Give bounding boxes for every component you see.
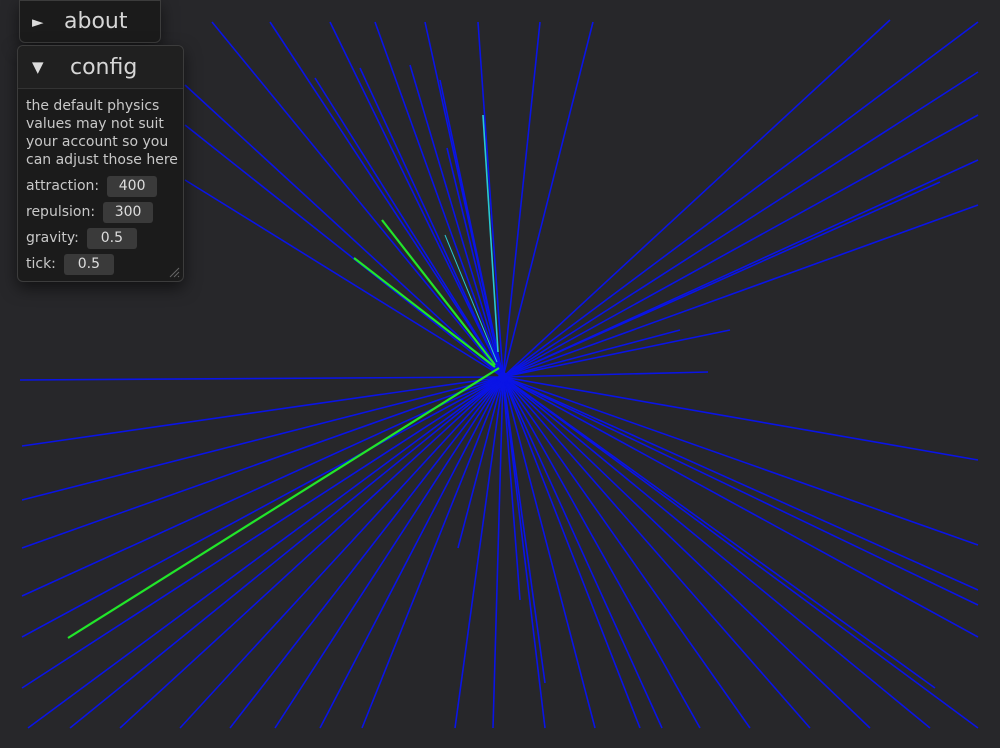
graph-edge xyxy=(502,71,979,378)
graph-edge xyxy=(502,376,979,546)
attraction-label: attraction: xyxy=(26,178,100,194)
expanded-triangle-icon: ▼ xyxy=(32,58,44,76)
about-window: ► about xyxy=(19,0,161,43)
graph-edge xyxy=(502,376,871,729)
graph-edge xyxy=(502,376,931,729)
gravity-label: gravity: xyxy=(26,230,79,246)
graph-edge xyxy=(502,376,936,689)
about-title: about xyxy=(64,9,128,34)
graph-edge xyxy=(502,371,709,378)
graph-edge xyxy=(502,21,979,378)
graph-edge xyxy=(269,21,504,378)
about-header[interactable]: ► about xyxy=(20,1,160,42)
graph-edge xyxy=(319,376,504,729)
tick-row: tick: 0.5 xyxy=(18,251,183,277)
config-title: config xyxy=(70,54,138,80)
tick-label: tick: xyxy=(26,256,56,272)
gravity-input[interactable]: 0.5 xyxy=(86,227,137,249)
graph-edge xyxy=(492,376,504,729)
graph-edge xyxy=(179,376,504,729)
graph-edge xyxy=(21,376,504,501)
graph-edge xyxy=(359,67,504,378)
graph-edge xyxy=(21,376,504,689)
graph-edge xyxy=(502,376,979,729)
graph-edge xyxy=(502,21,541,378)
graph-edge xyxy=(502,376,979,461)
graph-edge xyxy=(184,84,504,378)
graph-edge xyxy=(502,376,701,729)
graph-edge xyxy=(502,181,941,378)
graph-edge xyxy=(502,21,594,378)
attraction-input[interactable]: 400 xyxy=(107,175,158,197)
repulsion-label: repulsion: xyxy=(26,204,96,220)
resize-handle-icon[interactable] xyxy=(168,266,180,278)
graph-edge xyxy=(314,77,504,378)
collapsed-triangle-icon: ► xyxy=(32,12,44,31)
gravity-row: gravity: 0.5 xyxy=(18,225,183,251)
config-header[interactable]: ▼ config xyxy=(18,46,183,89)
graph-edge xyxy=(502,114,979,378)
graph-edge xyxy=(502,376,979,638)
graph-edge xyxy=(502,376,979,606)
tick-input[interactable]: 0.5 xyxy=(63,253,114,275)
repulsion-row: repulsion: 300 xyxy=(18,199,183,225)
attraction-row: attraction: 400 xyxy=(18,173,183,199)
graph-edge xyxy=(502,376,751,729)
config-description: the default physics values may not suit … xyxy=(26,98,178,168)
graph-edge xyxy=(502,19,891,378)
graph-hub-node[interactable] xyxy=(498,372,508,382)
graph-edge xyxy=(21,376,504,549)
graph-edge xyxy=(19,376,504,381)
repulsion-input[interactable]: 300 xyxy=(103,201,154,223)
config-window: ▼ config the default physics values may … xyxy=(17,45,184,282)
graph-edge xyxy=(502,329,731,378)
graph-edge xyxy=(502,204,979,378)
